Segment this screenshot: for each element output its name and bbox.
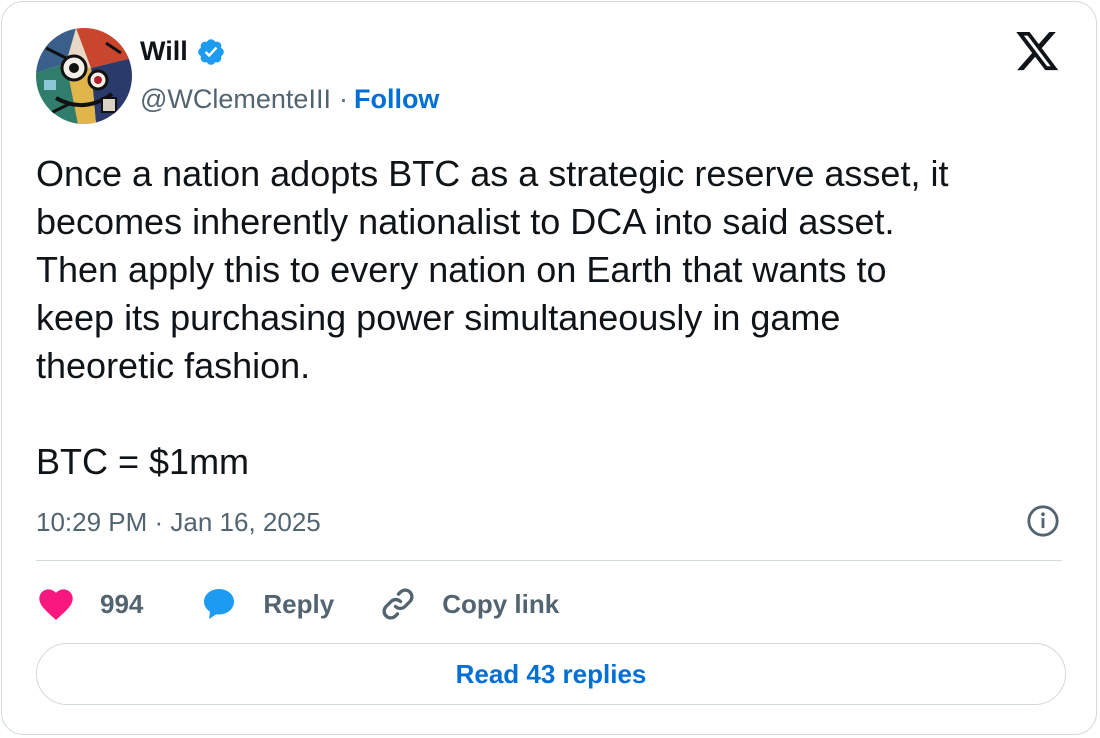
action-bar: 994 Reply Copy link	[36, 584, 559, 624]
copy-link-label: Copy link	[442, 588, 560, 619]
author-handle-row: @WClementeIII · Follow	[140, 84, 439, 115]
tweet-card: Will @WClementeIII · Follow Once a natio…	[1, 1, 1097, 735]
tweet-line: keep its purchasing power simultaneously…	[36, 297, 841, 338]
divider	[36, 560, 1062, 561]
follow-button[interactable]: Follow	[354, 84, 439, 115]
verified-badge-icon	[197, 38, 224, 65]
link-icon	[382, 588, 414, 620]
heart-icon	[39, 589, 73, 620]
tweet-line: Then apply this to every nation on Earth…	[36, 249, 887, 290]
tweet-line: becomes inherently nationalist to DCA in…	[36, 201, 895, 242]
author-name[interactable]: Will	[140, 36, 188, 67]
x-logo-icon[interactable]	[1016, 32, 1060, 72]
tweet-line: theoretic fashion.	[36, 345, 311, 386]
read-replies-button[interactable]: Read 43 replies	[36, 643, 1066, 705]
tweet-text: Once a nation adopts BTC as a strategic …	[36, 150, 1046, 486]
author-name-row: Will	[140, 36, 226, 67]
tweet-timestamp[interactable]: 10:29 PM · Jan 16, 2025	[36, 507, 321, 538]
like-button[interactable]: 994	[36, 584, 143, 624]
like-count: 994	[100, 588, 144, 619]
tweet-closing-line: BTC = $1mm	[36, 441, 250, 482]
copy-link-button[interactable]: Copy link	[378, 584, 559, 624]
avatar-image	[36, 28, 132, 124]
handle-separator: ·	[338, 84, 348, 114]
reply-button[interactable]: Reply	[199, 584, 334, 624]
author-handle[interactable]: @WClementeIII	[140, 84, 331, 115]
info-icon[interactable]	[1026, 504, 1060, 538]
reply-label: Reply	[263, 588, 335, 619]
tweet-line: Once a nation adopts BTC as a strategic …	[36, 153, 949, 194]
avatar[interactable]	[36, 28, 132, 124]
speech-bubble-icon	[204, 589, 235, 619]
